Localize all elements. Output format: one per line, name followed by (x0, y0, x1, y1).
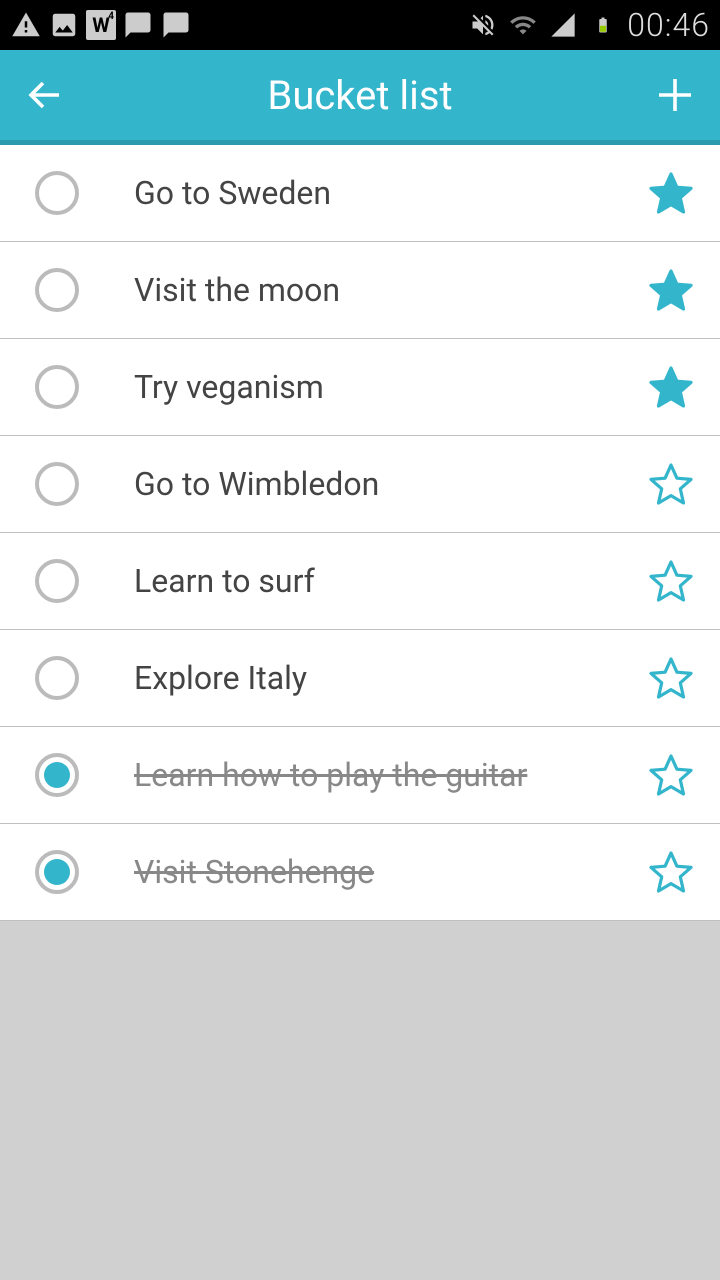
star-icon[interactable] (647, 557, 695, 605)
star-icon[interactable] (647, 266, 695, 314)
item-label: Try veganism (134, 368, 647, 406)
warning-icon (10, 9, 42, 41)
item-label: Learn to surf (134, 562, 647, 600)
item-label: Visit Stonehenge (134, 853, 647, 891)
wifi-icon (507, 9, 539, 41)
page-title: Bucket list (0, 72, 720, 119)
list-item[interactable]: Visit the moon (0, 242, 720, 339)
done-radio[interactable] (35, 656, 79, 700)
list-item[interactable]: Learn to surf (0, 533, 720, 630)
back-button[interactable] (20, 70, 70, 120)
item-label: Go to Wimbledon (134, 465, 647, 503)
status-time: 00:46 (627, 6, 710, 44)
star-icon[interactable] (647, 848, 695, 896)
add-button[interactable] (650, 70, 700, 120)
done-radio[interactable] (35, 365, 79, 409)
star-icon[interactable] (647, 654, 695, 702)
item-label: Explore Italy (134, 659, 647, 697)
list-item[interactable]: Try veganism (0, 339, 720, 436)
list-item[interactable]: Explore Italy (0, 630, 720, 727)
star-icon[interactable] (647, 751, 695, 799)
done-radio[interactable] (35, 753, 79, 797)
signal-icon (547, 9, 579, 41)
image-icon (48, 9, 80, 41)
chat-icon (122, 9, 154, 41)
done-radio[interactable] (35, 268, 79, 312)
done-radio[interactable] (35, 462, 79, 506)
chat-icon-2 (160, 9, 192, 41)
list-item[interactable]: Visit Stonehenge (0, 824, 720, 921)
battery-icon (587, 9, 619, 41)
item-label: Visit the moon (134, 271, 647, 309)
item-label: Learn how to play the guitar (134, 756, 647, 794)
app-bar: Bucket list (0, 50, 720, 145)
word-icon: W4 (86, 10, 116, 40)
status-bar: W4 00:46 (0, 0, 720, 50)
star-icon[interactable] (647, 169, 695, 217)
list-item[interactable]: Learn how to play the guitar (0, 727, 720, 824)
list-item[interactable]: Go to Wimbledon (0, 436, 720, 533)
done-radio[interactable] (35, 850, 79, 894)
mute-icon (467, 9, 499, 41)
bucket-list: Go to Sweden Visit the moon Try veganism Go… (0, 145, 720, 921)
star-icon[interactable] (647, 363, 695, 411)
done-radio[interactable] (35, 171, 79, 215)
item-label: Go to Sweden (134, 174, 647, 212)
done-radio[interactable] (35, 559, 79, 603)
list-item[interactable]: Go to Sweden (0, 145, 720, 242)
star-icon[interactable] (647, 460, 695, 508)
